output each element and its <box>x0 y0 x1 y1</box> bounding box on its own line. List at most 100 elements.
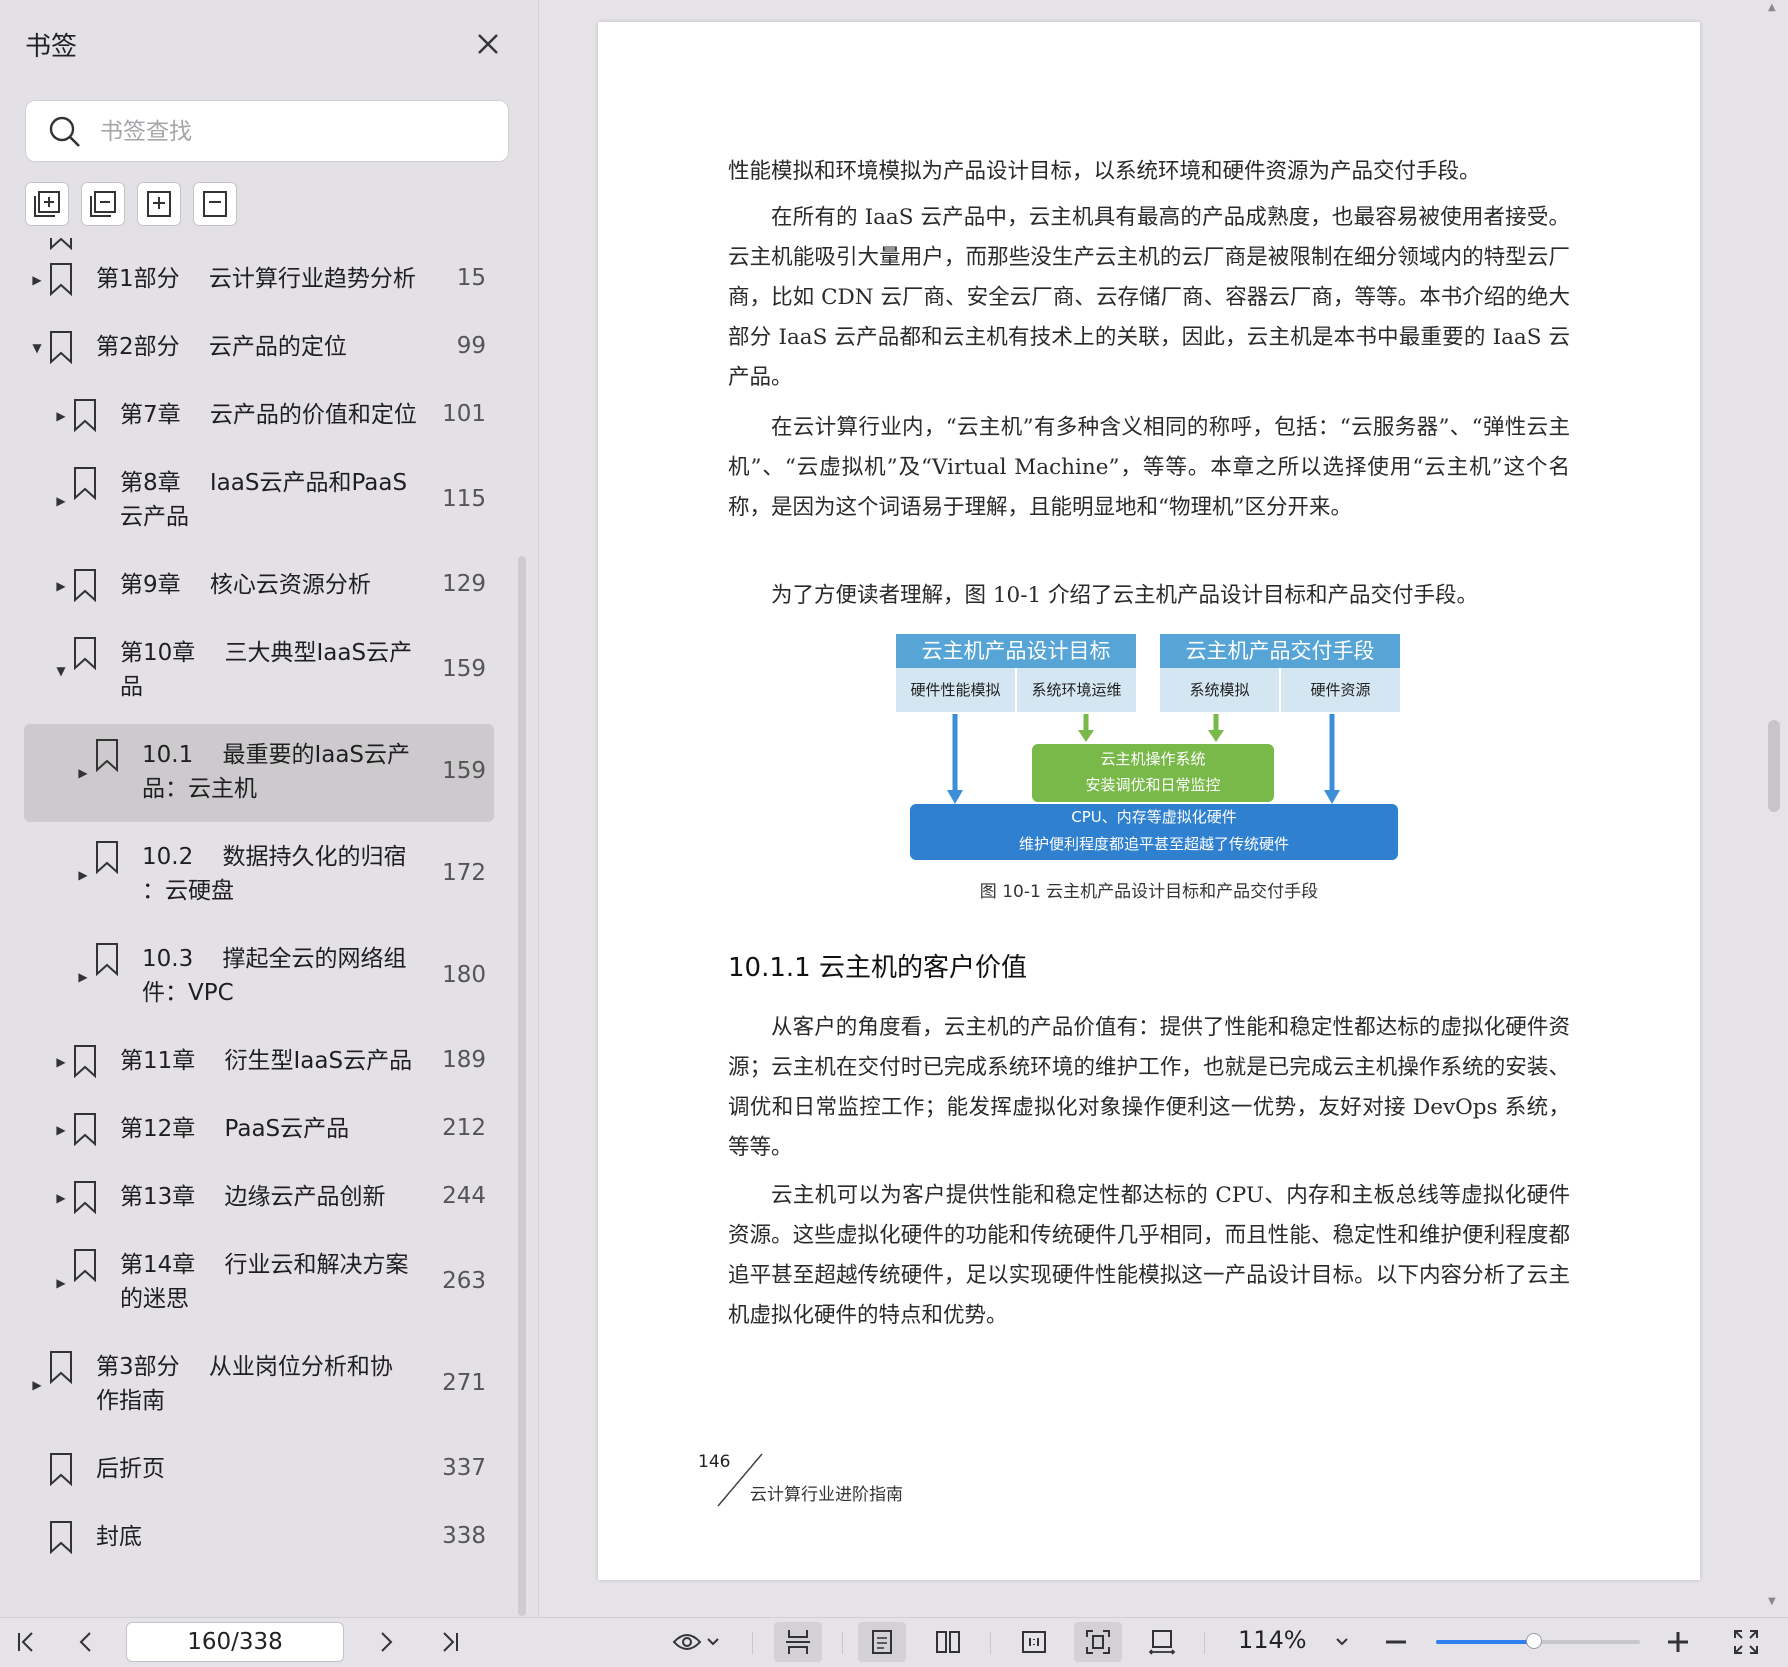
previous-page-button[interactable] <box>68 1622 104 1662</box>
toolbar-divider <box>752 1632 753 1654</box>
expand-arrow-icon[interactable]: ▶ <box>54 1166 68 1230</box>
bookmark-label: 第7章 云产品的价值和定位 <box>120 402 417 428</box>
page-number-input[interactable]: 160/338 <box>126 1622 344 1662</box>
bookmark-page: 212 <box>442 1115 486 1141</box>
bookmark-label: 第1部分 云计算行业趋势分析 <box>96 266 416 292</box>
bookmark-outline-icon <box>203 191 227 217</box>
close-icon[interactable] <box>470 26 506 62</box>
bookmark-icon <box>50 1521 72 1554</box>
bookmark-label: 第14章 行业云和解决方案 的迷思 <box>120 1252 409 1312</box>
sidebar-scrollbar[interactable] <box>518 556 526 1616</box>
fit-page-icon <box>1086 1630 1110 1654</box>
bookmark-item[interactable]: ▶ 10.1 最重要的IaaS云产 品：云主机 159 <box>24 724 494 822</box>
figure-caption: 图 10-1 云主机产品设计目标和产品交付手段 <box>979 882 1319 902</box>
bookmark-item[interactable]: ▶ 第3部分 从业岗位分析和协 作指南 271 <box>24 1336 494 1434</box>
view-mode-dropdown[interactable] <box>664 1622 728 1662</box>
figure-blue-line: 维护便利程度都追平甚至超越了传统硬件 <box>1018 835 1289 853</box>
single-page-icon <box>872 1630 892 1654</box>
bookmark-item[interactable]: ▶ 第14章 行业云和解决方案 的迷思 263 <box>24 1234 494 1332</box>
expand-arrow-icon[interactable]: ▶ <box>54 1030 68 1094</box>
bookmark-item[interactable]: ▶ 第13章 边缘云产品创新 244 <box>24 1166 494 1230</box>
paragraph: 云主机可以为客户提供性能和稳定性都达标的 CPU、内存和主板总线等虚拟化硬件资源… <box>728 1183 1570 1328</box>
expand-arrow-icon[interactable]: ▶ <box>76 826 90 924</box>
figure-item: 系统模拟 <box>1160 668 1279 712</box>
search-input[interactable] <box>98 109 492 155</box>
expand-arrow-icon[interactable]: ▶ <box>54 452 68 550</box>
last-page-button[interactable] <box>432 1622 468 1662</box>
fit-page-button[interactable] <box>1074 1622 1122 1662</box>
fit-width-button[interactable] <box>1138 1622 1186 1662</box>
next-page-button[interactable] <box>368 1622 404 1662</box>
collapse-all-button[interactable] <box>81 182 125 226</box>
bottom-toolbar: 160/338 114% <box>0 1617 1788 1667</box>
section-heading: 10.1.1 云主机的客户价值 <box>728 953 1027 983</box>
two-page-button[interactable] <box>924 1622 972 1662</box>
single-page-button[interactable] <box>858 1622 906 1662</box>
first-page-button[interactable] <box>8 1622 44 1662</box>
expand-all-button[interactable] <box>25 182 69 226</box>
chevron-right-icon <box>381 1632 393 1652</box>
bookmark-page: 337 <box>442 1455 486 1481</box>
search-icon <box>48 115 82 153</box>
bookmark-item[interactable]: ▶ 10.3 撑起全云的网络组 件：VPC 180 <box>24 928 494 1026</box>
expand-arrow-icon[interactable]: ▶ <box>54 1098 68 1162</box>
bookmark-page: 115 <box>442 486 486 512</box>
two-page-icon <box>936 1631 960 1653</box>
remove-bookmark-button[interactable] <box>193 182 237 226</box>
bookmark-item[interactable]: ▶ 第9章 核心云资源分析 129 <box>24 554 494 618</box>
bookmark-item[interactable]: ▼ 第10章 三大典型IaaS云产 品 159 <box>24 622 494 720</box>
zoom-slider-handle[interactable] <box>1525 1633 1542 1649</box>
bookmark-item[interactable]: ▼ 第2部分 云产品的定位 99 <box>24 316 494 380</box>
add-bookmark-button[interactable] <box>137 182 181 226</box>
bookmark-page: 338 <box>442 1523 486 1549</box>
expand-arrow-icon[interactable]: ▶ <box>76 724 90 822</box>
bookmark-label: 第11章 衍生型IaaS云产品 <box>120 1048 413 1074</box>
figure-blue-box: CPU、内存等虚拟化硬件 维护便利程度都追平甚至超越了传统硬件 <box>910 804 1398 860</box>
document-scrollbar[interactable] <box>1768 720 1780 812</box>
expand-arrow-icon[interactable]: ▶ <box>30 248 44 312</box>
bookmark-item[interactable]: ▶ 10.2 数据持久化的归宿 ：云硬盘 172 <box>24 826 494 924</box>
bookmark-label: 第2部分 云产品的定位 <box>96 334 347 360</box>
bookmark-page: 101 <box>442 401 486 427</box>
expand-arrow-icon[interactable]: ▶ <box>54 1234 68 1332</box>
bookmark-item[interactable]: ▶ 第7章 云产品的价值和定位 101 <box>24 384 494 448</box>
bookmark-label: 第12章 PaaS云产品 <box>120 1116 350 1142</box>
bookmark-label: 10.1 最重要的IaaS云产 品：云主机 <box>142 742 411 802</box>
zoom-out-button[interactable] <box>1378 1622 1414 1662</box>
collapse-arrow-icon[interactable]: ▼ <box>54 622 68 720</box>
fullscreen-button[interactable] <box>1726 1622 1766 1662</box>
zoom-in-button[interactable] <box>1660 1622 1696 1662</box>
expand-arrow-icon[interactable]: ▶ <box>76 928 90 1026</box>
scroll-down-arrow[interactable]: ▼ <box>1768 1596 1776 1607</box>
scroll-up-arrow[interactable]: ▲ <box>1768 2 1776 13</box>
bookmark-icon <box>50 263 72 296</box>
actual-size-button[interactable] <box>1010 1622 1058 1662</box>
bookmark-icon <box>74 467 96 500</box>
bookmark-search-box[interactable] <box>25 100 509 162</box>
bookmark-icon <box>50 1453 72 1486</box>
bookmark-item[interactable]: 后折页 337 <box>24 1438 494 1502</box>
bookmark-icon <box>74 569 96 602</box>
bookmark-page: 129 <box>442 571 486 597</box>
collapse-arrow-icon[interactable]: ▼ <box>30 316 44 380</box>
zoom-level[interactable]: 114% <box>1238 1626 1307 1654</box>
minus-icon <box>1386 1640 1406 1644</box>
paragraph: 在所有的 IaaS 云产品中，云主机具有最高的产品成熟度，也最容易被使用者接受。… <box>728 205 1570 390</box>
bookmark-item[interactable]: ▶ 第11章 衍生型IaaS云产品 189 <box>24 1030 494 1094</box>
expand-arrow-icon[interactable]: ▶ <box>54 554 68 618</box>
expand-arrow-icon[interactable]: ▶ <box>30 1336 44 1434</box>
figure-green-line: 云主机操作系统 <box>1100 750 1206 768</box>
figure-green-box: 云主机操作系统 安装调优和日常监控 <box>1032 744 1274 802</box>
bookmark-item[interactable]: 封底 338 <box>24 1506 494 1570</box>
bookmark-item[interactable]: ▶ 第1部分 云计算行业趋势分析 15 <box>24 248 494 312</box>
paragraph: 为了方便读者理解，图 10-1 介绍了云主机产品设计目标和产品交付手段。 <box>771 583 1478 608</box>
bookmark-icon <box>96 943 118 976</box>
bookmark-label: 第8章 IaaS云产品和PaaS 云产品 <box>120 470 408 530</box>
zoom-slider[interactable] <box>1436 1633 1640 1649</box>
bookmark-page: 159 <box>442 656 486 682</box>
expand-arrow-icon[interactable]: ▶ <box>54 384 68 448</box>
zoom-dropdown-button[interactable] <box>1326 1622 1358 1662</box>
bookmark-item[interactable]: ▶ 第8章 IaaS云产品和PaaS 云产品 115 <box>24 452 494 550</box>
bookmark-item[interactable]: ▶ 第12章 PaaS云产品 212 <box>24 1098 494 1162</box>
continuous-scroll-button[interactable] <box>774 1622 822 1662</box>
